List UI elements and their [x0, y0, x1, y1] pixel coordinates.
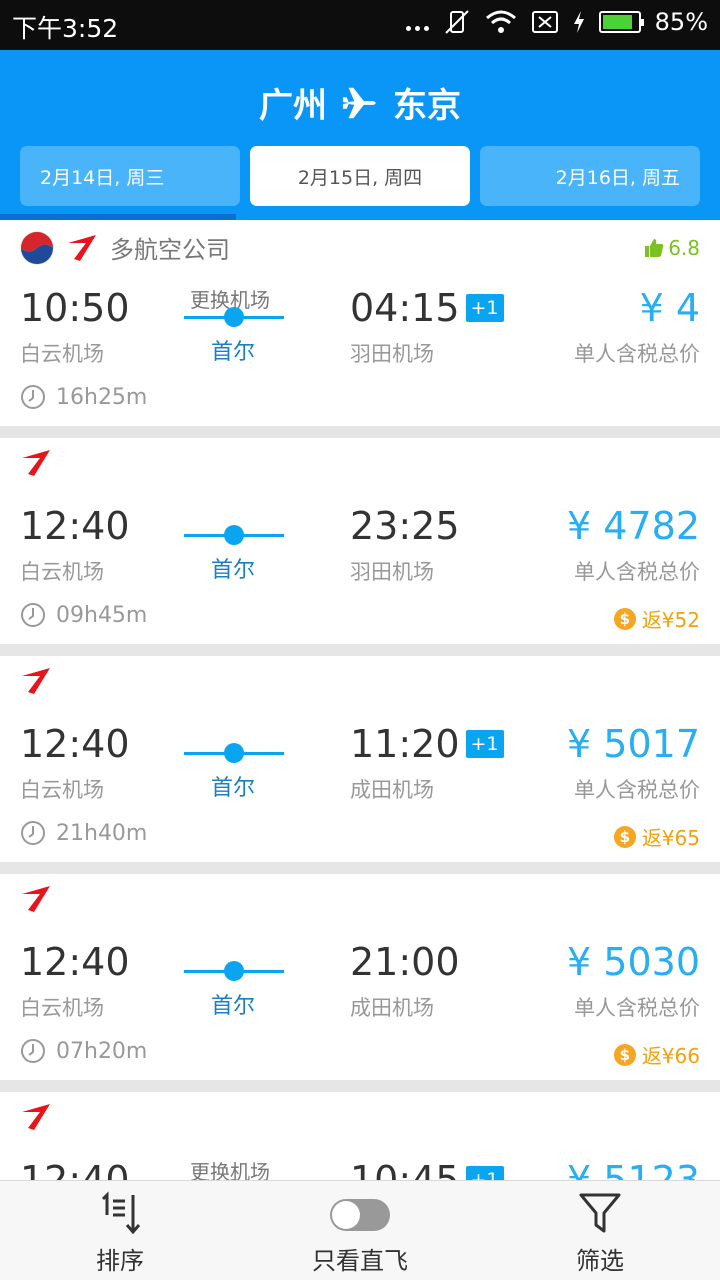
bottom-toolbar: 排序 只看直飞 筛选	[0, 1180, 720, 1280]
price-note: 单人含税总价	[574, 560, 700, 584]
thumbs-up-icon	[645, 239, 664, 257]
date-tab-current[interactable]: 2月15日, 周四	[250, 146, 470, 206]
airline-swoosh-logo-icon	[68, 234, 96, 261]
arrival-time: 10:45 +1	[350, 1158, 504, 1180]
route-line	[184, 743, 284, 763]
departure-airport: 白云机场	[20, 342, 104, 366]
departure-time: 12:40	[20, 722, 130, 766]
toggle-switch[interactable]	[330, 1199, 390, 1231]
coin-icon: $	[613, 607, 636, 630]
rebate-badge: $ 返¥52	[613, 604, 700, 633]
battery-percent: 85%	[654, 8, 708, 36]
date-tab-next[interactable]: 2月16日, 周五	[480, 146, 700, 206]
stopover-city: 首尔	[211, 776, 256, 801]
arrival-airport: 羽田机场	[350, 342, 434, 366]
flight-card[interactable]: 12:40 白云机场 首尔 11:20 +1 成田机场 ¥ 5017 单人含税总…	[0, 656, 720, 862]
flight-card[interactable]: 12:40 白云机场 首尔 21:00 成田机场 ¥ 5030 单人含税总价 0…	[0, 874, 720, 1080]
direct-only-label: 只看直飞	[312, 1247, 408, 1275]
header: 广州 东京 2月14日, 周三 2月15日, 周四 2月16日, 周五	[0, 50, 720, 220]
stopover-city: 首尔	[211, 340, 256, 365]
korean-air-logo-icon	[20, 231, 54, 264]
arrival-time: 11:20 +1	[350, 722, 504, 766]
arrival-airport: 成田机场	[350, 996, 434, 1020]
airline-swoosh-logo-icon	[22, 886, 50, 912]
rebate-badge: $ 返¥65	[613, 822, 700, 851]
route-line	[184, 525, 284, 545]
arrival-airport: 羽田机场	[350, 560, 434, 584]
departure-time: 12:40	[20, 1158, 130, 1180]
no-sim-icon	[531, 11, 558, 33]
flight-duration: 21h40m	[20, 820, 147, 846]
airplane-icon	[342, 87, 376, 118]
filter-button[interactable]: 筛选	[480, 1181, 720, 1280]
arrival-time: 21:00	[350, 940, 460, 984]
clock-icon	[21, 385, 45, 409]
price-note: 单人含税总价	[574, 996, 700, 1020]
direct-only-toggle[interactable]: 只看直飞	[240, 1181, 480, 1280]
stopover-city: 首尔	[211, 994, 256, 1019]
filter-icon	[579, 1193, 621, 1233]
clock-icon	[21, 821, 45, 845]
date-tab-prev[interactable]: 2月14日, 周三	[20, 146, 240, 206]
arrival-airport: 成田机场	[350, 778, 434, 802]
coin-icon: $	[613, 1043, 636, 1066]
airline-name: 多航空公司	[110, 236, 230, 264]
next-day-badge: +1	[465, 730, 504, 758]
sort-label: 排序	[96, 1247, 144, 1275]
clock-icon	[21, 1039, 45, 1063]
origin-city: 广州	[259, 86, 327, 126]
stopover-city: 首尔	[211, 558, 256, 583]
vibrate-icon	[444, 10, 469, 34]
flight-card[interactable]: 多航空公司 6.8 10:50 白云机场 更换机场 首尔 04:15 +1 羽田…	[0, 220, 720, 426]
arrival-time: 23:25	[350, 504, 460, 548]
sort-icon	[101, 1191, 141, 1235]
next-day-badge: +1	[465, 1166, 504, 1180]
rating-badge: 6.8	[644, 236, 700, 260]
airline-swoosh-logo-icon	[22, 1104, 50, 1130]
status-bar: 下午3:52 85%	[0, 0, 720, 50]
flight-card[interactable]: 12:40 更换机场 10:45 +1 ¥ 5123	[0, 1092, 720, 1180]
wifi-icon	[485, 10, 516, 33]
clock-icon	[21, 603, 45, 627]
next-day-badge: +1	[465, 294, 504, 322]
charging-icon	[573, 11, 584, 33]
status-time: 下午3:52	[12, 14, 119, 43]
sort-button[interactable]: 排序	[0, 1181, 240, 1280]
change-airport-label: 更换机场	[190, 1160, 270, 1180]
flight-card[interactable]: 12:40 白云机场 首尔 23:25 羽田机场 ¥ 4782 单人含税总价 0…	[0, 438, 720, 644]
route-line	[184, 307, 284, 327]
price: ¥ 5030	[567, 940, 700, 984]
price-note: 单人含税总价	[574, 778, 700, 802]
departure-time: 12:40	[20, 940, 130, 984]
price: ¥ 4782	[567, 504, 700, 548]
date-tabs: 2月14日, 周三 2月15日, 周四 2月16日, 周五	[20, 146, 700, 206]
departure-airport: 白云机场	[20, 560, 104, 584]
battery-icon	[598, 11, 644, 33]
filter-label: 筛选	[576, 1247, 624, 1275]
rebate-badge: $ 返¥66	[613, 1040, 700, 1069]
departure-time: 10:50	[20, 286, 130, 330]
airline-swoosh-logo-icon	[22, 668, 50, 694]
departure-airport: 白云机场	[20, 778, 104, 802]
more-notifications-icon	[405, 9, 429, 35]
departure-airport: 白云机场	[20, 996, 104, 1020]
price: ¥ 4	[639, 286, 700, 330]
destination-city: 东京	[393, 86, 461, 126]
route-title: 广州 东京	[0, 78, 720, 127]
flight-duration: 16h25m	[20, 384, 147, 410]
coin-icon: $	[613, 825, 636, 848]
flight-duration: 09h45m	[20, 602, 147, 628]
flight-list[interactable]: 多航空公司 6.8 10:50 白云机场 更换机场 首尔 04:15 +1 羽田…	[0, 220, 720, 1180]
price: ¥ 5123	[567, 1158, 700, 1180]
departure-time: 12:40	[20, 504, 130, 548]
airline-swoosh-logo-icon	[22, 450, 50, 476]
route-line	[184, 961, 284, 981]
arrival-time: 04:15 +1	[350, 286, 504, 330]
price-note: 单人含税总价	[574, 342, 700, 366]
flight-duration: 07h20m	[20, 1038, 147, 1064]
price: ¥ 5017	[567, 722, 700, 766]
